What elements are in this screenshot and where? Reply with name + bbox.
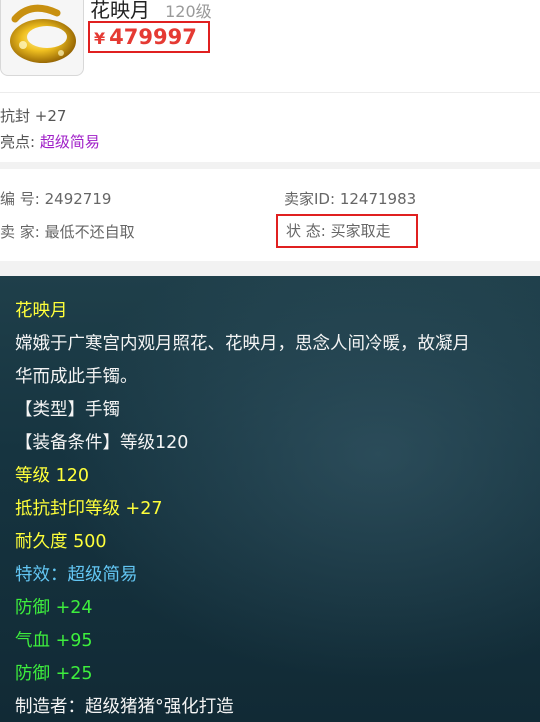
trade-info: 编 号: 2492719 卖家ID: 12471983 卖 家: 最低不还自取 … [0, 169, 540, 261]
item-name: 花映月 [90, 0, 150, 22]
attribute-summary: 抗封 +27 亮点: 超级简易 [0, 96, 540, 162]
seller-id: 卖家ID: 12471983 [284, 188, 416, 209]
section-gap [0, 261, 540, 276]
highlight-label: 亮点: [0, 133, 36, 151]
seller: 卖 家: 最低不还自取 [0, 221, 135, 242]
tooltip-defense: 防御 +24 [15, 598, 93, 618]
tooltip-title: 花映月 [15, 301, 68, 321]
tooltip-defense-bonus: 防御 +25 [15, 664, 93, 684]
seller-id-value: 12471983 [339, 190, 417, 208]
tooltip-requirement: 【装备条件】等级120 [15, 433, 189, 453]
seller-label: 卖 家: [0, 223, 40, 241]
highlight-row: 亮点: 超级简易 [0, 131, 100, 152]
tooltip-level: 等级 120 [15, 466, 89, 486]
item-id-value: 2492719 [44, 190, 112, 208]
tooltip-seal-resist: 抵抗封印等级 +27 [15, 499, 163, 519]
status-value: 买家取走 [330, 222, 391, 240]
seller-id-label: 卖家ID: [284, 190, 336, 208]
seller-value[interactable]: 最低不还自取 [45, 223, 135, 241]
tooltip-desc-line: 华而成此手镯。 [15, 367, 138, 387]
status-badge: 状 态: 买家取走 [276, 214, 418, 248]
item-tooltip-panel: 花映月 嫦娥于广寒宫内观月照花、花映月，思念人间冷暖，故凝月 华而成此手镯。 【… [0, 276, 540, 722]
item-id-label: 编 号: [0, 190, 40, 208]
section-gap [0, 162, 540, 169]
seal-resist-attr: 抗封 +27 [0, 107, 67, 125]
item-id: 编 号: 2492719 [0, 188, 111, 209]
currency-symbol: ¥ [94, 29, 106, 48]
status-label: 状 态: [286, 222, 326, 240]
tooltip-special-effect: 特效：超级简易 [15, 565, 138, 585]
tooltip-desc-line: 嫦娥于广寒宫内观月照花、花映月，思念人间冷暖，故凝月 [15, 334, 470, 354]
tooltip-type: 【类型】手镯 [15, 400, 120, 420]
tooltip-durability: 耐久度 500 [15, 532, 107, 552]
price-value: 479997 [109, 25, 197, 49]
gold-bracelet-icon[interactable] [0, 0, 84, 76]
item-title-row: 花映月 120级 [90, 0, 212, 23]
price-label: ¥479997 [88, 21, 210, 53]
tooltip-maker: 制造者：超级猪猪°强化打造 [15, 697, 234, 717]
highlight-value: 超级简易 [39, 133, 100, 151]
divider [0, 92, 540, 93]
item-level: 120级 [165, 2, 212, 21]
tooltip-hp: 气血 +95 [15, 631, 93, 651]
item-header: 花映月 120级 ¥479997 [0, 0, 540, 92]
